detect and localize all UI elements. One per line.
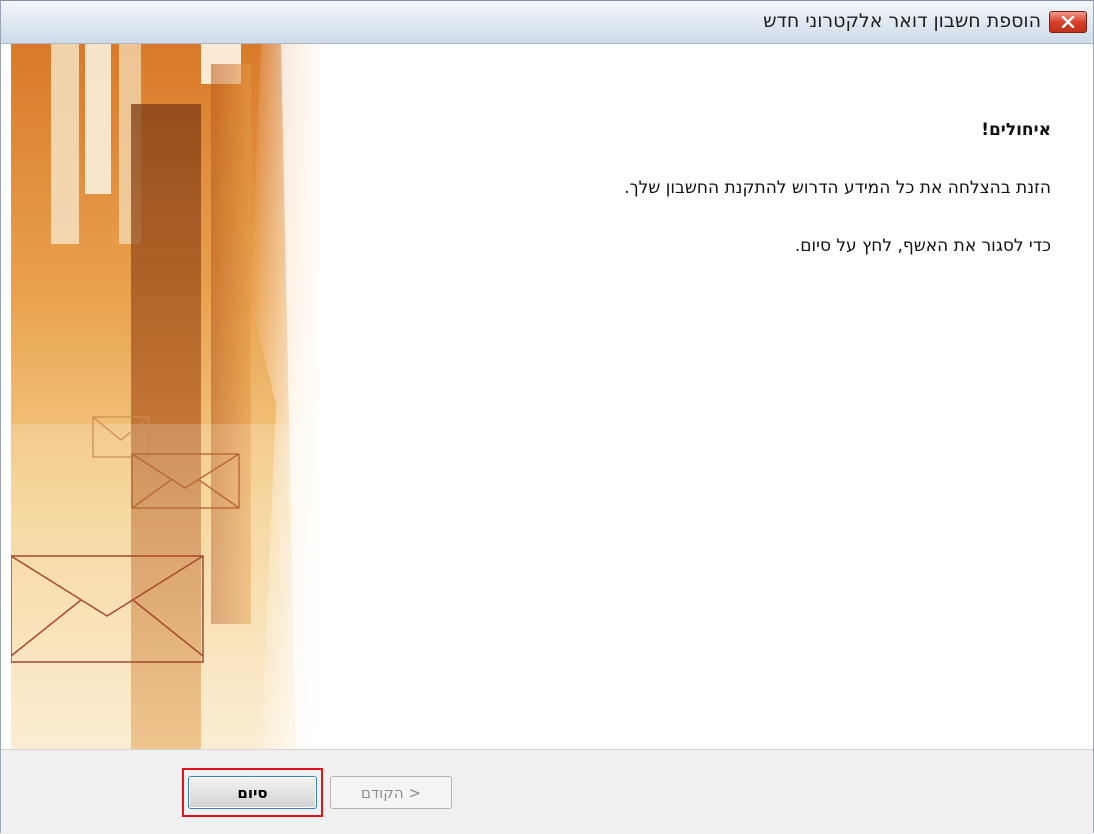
back-button[interactable]: < הקודם [330, 776, 452, 809]
finish-button[interactable]: סיום [188, 776, 317, 809]
close-instructions: כדי לסגור את האשף, לחץ על סיום. [794, 236, 1051, 256]
close-button[interactable] [1049, 11, 1087, 33]
congratulations-heading: איחולים! [981, 120, 1051, 140]
wizard-content: איחולים! הזנת בהצלחה את כל המידע הדרוש ל… [331, 44, 1051, 749]
wizard-side-artwork [11, 44, 320, 749]
wizard-footer: סיום < הקודם [1, 749, 1093, 834]
success-message: הזנת בהצלחה את כל המידע הדרוש להתקנת החש… [624, 178, 1051, 198]
window-title: הוספת חשבון דואר אלקטרוני חדש [763, 10, 1041, 32]
close-icon [1061, 16, 1075, 28]
wizard-window: הוספת חשבון דואר אלקטרוני חדש איחולים! ה… [0, 0, 1094, 834]
title-bar: הוספת חשבון דואר אלקטרוני חדש [1, 0, 1093, 44]
